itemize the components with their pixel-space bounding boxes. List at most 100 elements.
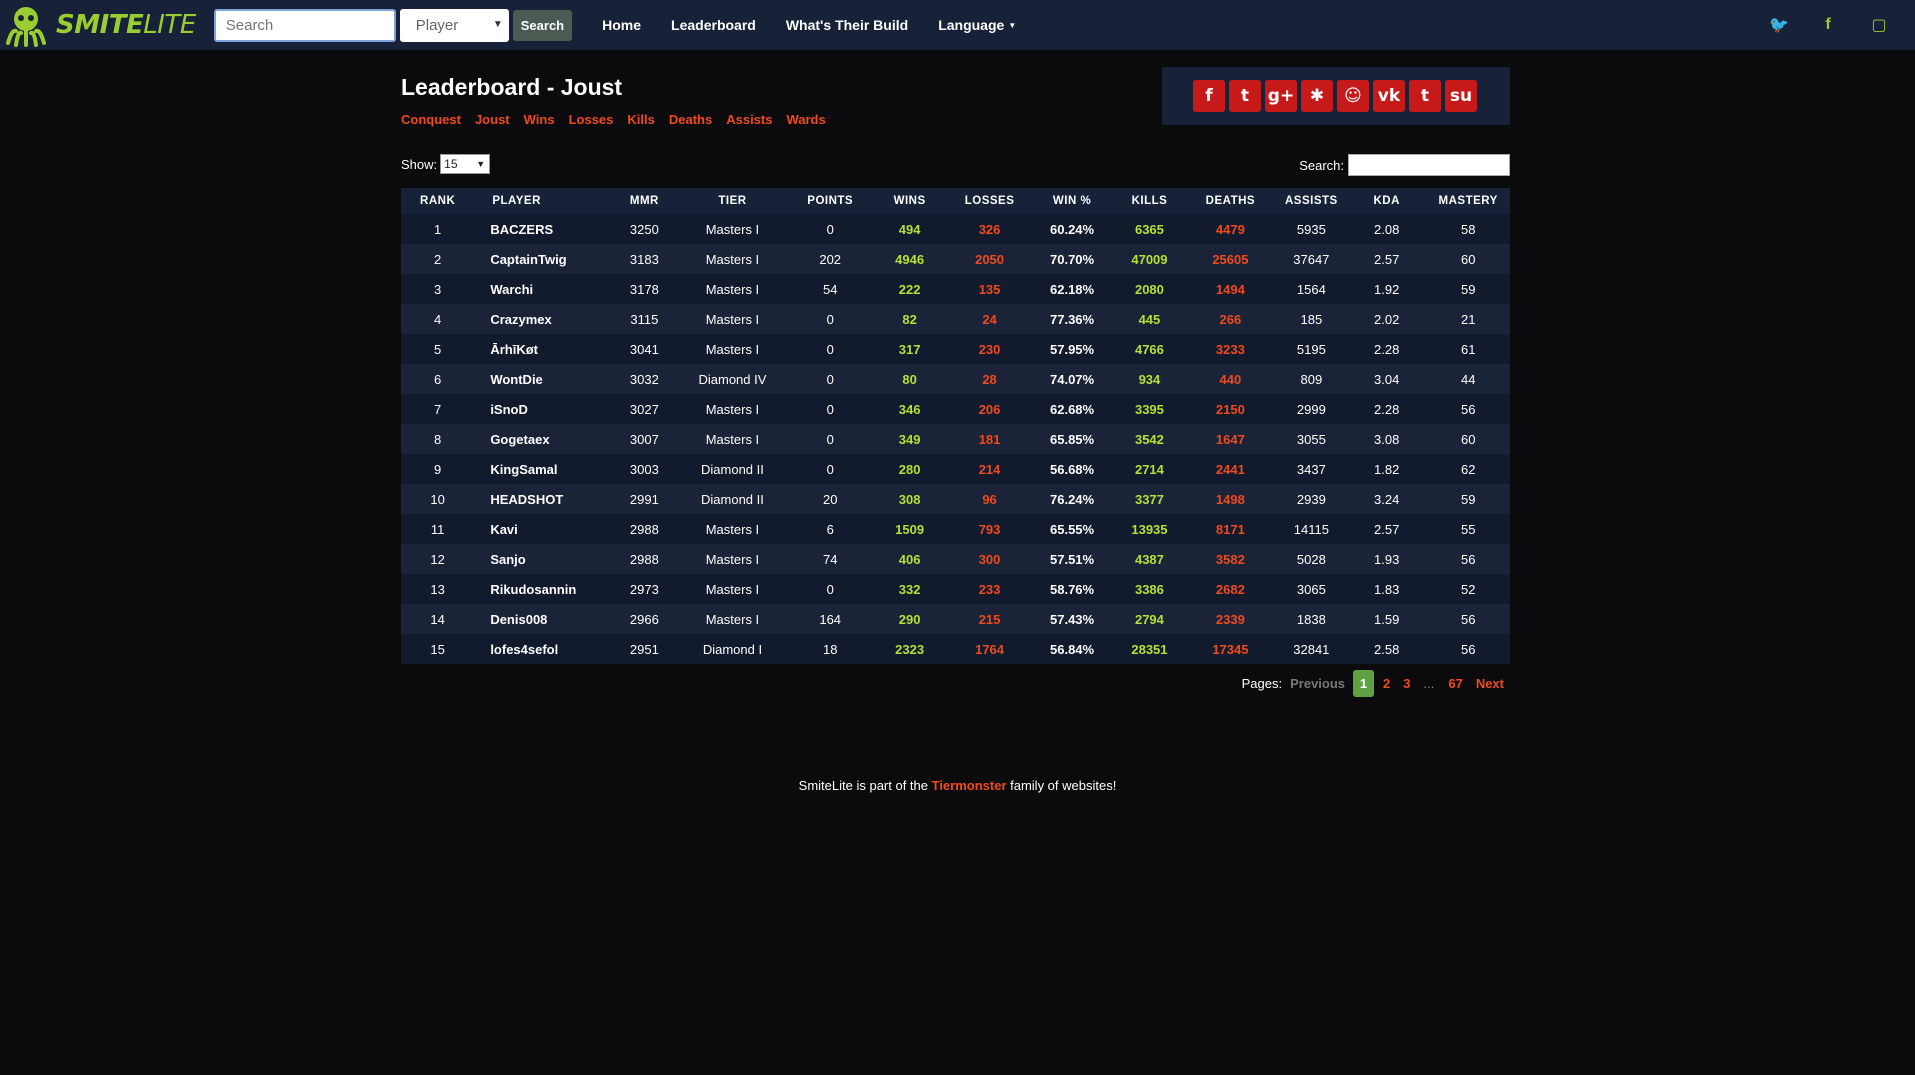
cell-points: 0 xyxy=(826,371,834,387)
cell-player[interactable]: iSnoD xyxy=(474,394,614,424)
tumblr-icon[interactable]: t xyxy=(1409,80,1441,112)
table-body: 1 BACZERS 3250 Masters I 0 494 326 60.24% 6365 44… xyxy=(401,214,1510,664)
header-mmr[interactable]: MMR xyxy=(614,188,675,214)
cell-points: 6 xyxy=(826,521,834,537)
cell-wins: 332 xyxy=(898,581,921,597)
cell-rank: 12 xyxy=(430,551,445,567)
page-link-3[interactable]: 3 xyxy=(1403,676,1410,691)
nav-search-button[interactable]: Search xyxy=(512,9,573,41)
cell-mmr: 3027 xyxy=(629,401,659,417)
page-link-last[interactable]: 67 xyxy=(1448,676,1462,691)
twitter-icon[interactable]: 🐦 xyxy=(1769,15,1789,35)
subnav-assists[interactable]: Assists xyxy=(726,112,772,127)
cell-assists: 1564 xyxy=(1296,281,1326,297)
cell-player[interactable]: Sanjo xyxy=(474,544,614,574)
cell-assists: 37647 xyxy=(1293,251,1330,267)
header-losses[interactable]: LOSSES xyxy=(949,188,1030,214)
caret-down-icon: ▼ xyxy=(476,159,486,169)
cell-mastery: 60 xyxy=(1460,251,1476,267)
header-player[interactable]: PLAYER xyxy=(474,188,614,214)
header-wins[interactable]: WINS xyxy=(870,188,948,214)
caret-down-icon: ▼ xyxy=(492,18,503,30)
header-win-pct[interactable]: WIN % xyxy=(1030,188,1114,214)
table-row: 1 BACZERS 3250 Masters I 0 494 326 60.24% 6365 44… xyxy=(401,214,1510,244)
cell-win-pct: 77.36% xyxy=(1050,311,1095,327)
subnav-losses[interactable]: Losses xyxy=(569,112,614,127)
subnav-joust[interactable]: Joust xyxy=(475,112,510,127)
subnav-wards[interactable]: Wards xyxy=(786,112,825,127)
cell-losses: 215 xyxy=(978,611,1001,627)
subnav-wins[interactable]: Wins xyxy=(524,112,555,127)
subnav-kills[interactable]: Kills xyxy=(627,112,654,127)
cell-player[interactable]: Rikudosannin xyxy=(474,574,614,604)
cell-mmr: 3178 xyxy=(629,281,659,297)
header-tier[interactable]: TIER xyxy=(675,188,790,214)
cell-kda: 3.24 xyxy=(1374,491,1400,507)
header-kills[interactable]: KILLS xyxy=(1114,188,1185,214)
cell-losses: 135 xyxy=(978,281,1001,297)
header-deaths[interactable]: DEATHS xyxy=(1185,188,1276,214)
nav-link-language[interactable]: Language ▼ xyxy=(938,17,1016,33)
cell-win-pct: 56.84% xyxy=(1050,641,1095,657)
cell-player[interactable]: BACZERS xyxy=(474,214,614,244)
show-label: Show: xyxy=(401,156,438,172)
header-rank[interactable]: RANK xyxy=(401,188,474,214)
cell-mastery: 61 xyxy=(1460,341,1476,357)
cell-player[interactable]: WontDie xyxy=(474,364,614,394)
cell-player[interactable]: CaptainTwig xyxy=(474,244,614,274)
cell-assists: 5195 xyxy=(1296,341,1326,357)
facebook-icon[interactable]: f xyxy=(1193,80,1225,112)
next-page-button[interactable]: Next xyxy=(1476,676,1504,691)
vk-icon[interactable]: vk xyxy=(1373,80,1405,112)
pagination: Pages: Previous 1 2 3 ... 67 Next xyxy=(1242,670,1504,697)
header-kda[interactable]: KDA xyxy=(1347,188,1426,214)
facebook-icon[interactable]: f xyxy=(1820,16,1836,34)
cell-deaths: 266 xyxy=(1219,311,1242,327)
nav-link-whats-their-build[interactable]: What's Their Build xyxy=(786,17,908,33)
table-row: 6 WontDie 3032 Diamond IV 0 80 28 74.07% 934 440 8… xyxy=(401,364,1510,394)
stumbleupon-icon[interactable]: su xyxy=(1445,80,1477,112)
nav-link-home[interactable]: Home xyxy=(602,17,641,33)
site-logo[interactable]: SMITELITE xyxy=(0,0,196,50)
cell-player[interactable]: Gogetaex xyxy=(474,424,614,454)
baidu-icon[interactable]: ✱ xyxy=(1301,80,1333,112)
subnav-deaths[interactable]: Deaths xyxy=(669,112,712,127)
caret-down-icon: ▼ xyxy=(1008,21,1017,30)
cell-win-pct: 65.85% xyxy=(1050,431,1095,447)
cell-player[interactable]: HEADSHOT xyxy=(474,484,614,514)
page-link-2[interactable]: 2 xyxy=(1383,676,1390,691)
cell-mastery: 56 xyxy=(1460,551,1476,567)
cell-points: 0 xyxy=(826,401,834,417)
twitter-icon[interactable]: t xyxy=(1229,80,1261,112)
cell-kills: 4387 xyxy=(1134,551,1164,567)
cell-player[interactable]: Crazymex xyxy=(474,304,614,334)
table-row: 9 KingSamal 3003 Diamond II 0 280 214 56.68% 271… xyxy=(401,454,1510,484)
header-assists[interactable]: ASSISTS xyxy=(1276,188,1347,214)
cell-player[interactable]: Warchi xyxy=(474,274,614,304)
cell-player[interactable]: Kavi xyxy=(474,514,614,544)
header-mastery[interactable]: MASTERY xyxy=(1426,188,1510,214)
twitch-icon[interactable]: ▢ xyxy=(1871,15,1887,35)
cell-mastery: 58 xyxy=(1460,221,1476,237)
table-search-input[interactable] xyxy=(1348,154,1510,176)
search-type-select[interactable]: Player ▼ xyxy=(399,8,509,42)
cell-tier: Diamond II xyxy=(701,461,764,477)
subnav-conquest[interactable]: Conquest xyxy=(401,112,461,127)
header-points[interactable]: POINTS xyxy=(790,188,870,214)
cell-assists: 2939 xyxy=(1296,491,1326,507)
tiermonster-link[interactable]: Tiermonster xyxy=(932,778,1007,793)
google-plus-icon[interactable]: g+ xyxy=(1265,80,1297,112)
cell-rank: 15 xyxy=(430,641,445,657)
cell-player[interactable]: Denis008 xyxy=(474,604,614,634)
show-entries-select[interactable]: 15 ▼ xyxy=(440,154,491,174)
reddit-icon[interactable]: ☺ xyxy=(1337,80,1369,112)
previous-page-button[interactable]: Previous xyxy=(1290,676,1345,691)
cell-player[interactable]: KingSamal xyxy=(474,454,614,484)
cell-deaths: 25605 xyxy=(1212,251,1249,267)
nav-link-leaderboard[interactable]: Leaderboard xyxy=(671,17,756,33)
cell-player[interactable]: lofes4sefol xyxy=(474,634,614,664)
cell-player[interactable]: ĀrhīKøt xyxy=(474,334,614,364)
current-page[interactable]: 1 xyxy=(1353,670,1375,697)
nav-search-input[interactable] xyxy=(213,8,396,42)
cell-win-pct: 62.68% xyxy=(1050,401,1095,417)
